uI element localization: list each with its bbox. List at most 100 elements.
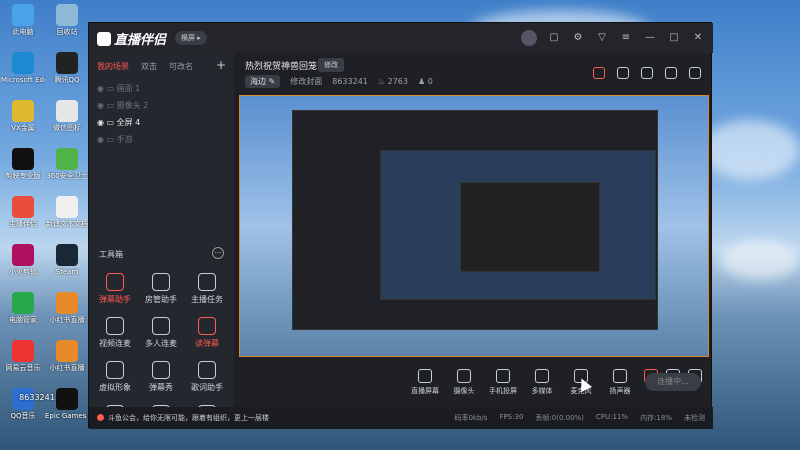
app-window: 直播伴侣 横屏 ▸ ▢ ⚙ ▽ ≡ — □ ✕ 我的场景 双击 可改名 + ◉ … [88,22,713,429]
desktop-icon[interactable]: 360安全卫士 [45,148,89,180]
desktop-icon-label: QQ音乐 [10,412,36,420]
app-icon [12,100,34,122]
bell-icon[interactable] [665,67,677,79]
status-bar: 斗鱼公会，给你无限可能，跟着有组织，更上一层楼 码率0kb/s FPS:30 丢帧:… [89,407,713,429]
share-icon[interactable] [689,67,701,79]
stat-item: FPS:30 [499,413,524,421]
tool-button[interactable]: 多人连麦 [137,317,185,349]
add-scene-button[interactable]: + [216,58,226,72]
desktop-icon[interactable]: 微信图标 [45,100,89,132]
desktop-icon-label: VX金属 [11,124,35,132]
desktop-icon-label: 回收站 [56,28,78,36]
stream-preview[interactable] [239,95,709,357]
tool-label: 读弹幕 [195,339,219,348]
category-chip[interactable]: 海边 ✎ [245,75,281,88]
tab-my-scenes[interactable]: 我的场景 [97,61,129,72]
tool-icon [106,361,124,379]
stat-item: 码率0kb/s [454,414,488,422]
desktop-icon[interactable]: 剪映专业版 [1,148,45,180]
tool-button[interactable]: 房管助手 [137,273,185,305]
tab-rename[interactable]: 可改名 [169,61,193,72]
desktop-icon-label: 腾讯QQ [54,76,80,84]
desktop-icon[interactable]: 回收站 [45,4,89,36]
desktop-icon[interactable]: 主播伴侣 [1,196,45,228]
desktop-icon[interactable]: 网易云音乐 [1,340,45,372]
scene-item[interactable]: ◉ ▭ 摄像头 2 [97,98,148,114]
source-icon [418,369,432,383]
tab-double-click[interactable]: 双击 [141,61,157,72]
tool-button[interactable]: 歌词助手 [183,361,231,393]
tool-icon [198,317,216,335]
user-avatar[interactable] [521,30,537,46]
room-id: 8633241 [332,77,368,86]
edit-title-button[interactable]: 修改 [318,58,344,72]
room-meta: 海边 ✎ 修改封面 8633241 ♨ 2763 ♟ 0 [245,75,433,88]
desktop-icon[interactable]: Steam [45,244,89,276]
stat-item: CPU:11% [595,413,629,421]
desktop-icon[interactable]: Microsoft Edge [1,52,45,84]
app-icon [56,100,78,122]
notice-icon [97,414,104,421]
settings-icon[interactable]: ⚙ [571,31,585,45]
desktop-icon[interactable]: 电脑管家 [1,292,45,324]
lock-icon[interactable] [617,67,629,79]
room-title: 热烈祝贺神兽回笼 [245,62,318,72]
tool-button[interactable]: 视频连麦 [91,317,139,349]
minimize-icon[interactable]: — [643,31,657,45]
edit-cover-link[interactable]: 修改封面 [290,76,322,87]
notice-text: 斗鱼公会，给你无限可能，跟着有组织，更上一层楼 [97,413,269,423]
app-icon [12,292,34,314]
menu-icon[interactable]: ≡ [619,31,633,45]
desktop-icon-label: Steam [55,268,79,276]
desktop-icon[interactable]: 小火剪辑 [1,244,45,276]
app-icon [12,52,34,74]
desktop-icon-label: 网易云音乐 [5,364,41,372]
scene-item[interactable]: ◉ ▭ 手游 [97,132,133,148]
stat-item: 未检测 [684,414,705,422]
tool-button[interactable]: 虚拟形象 [91,361,139,393]
tool-button[interactable]: 弹幕助手 [91,273,139,305]
desktop-icon[interactable]: 小红书直播 [45,292,89,324]
tool-icon [152,361,170,379]
scene-item-active[interactable]: ◉ ▭ 全屏 4 [97,115,140,131]
maximize-icon[interactable]: □ [667,31,681,45]
source-label: 扬声器 [609,387,631,395]
tool-label: 房管助手 [145,295,177,304]
app-logo: 直播伴侣 [97,29,166,48]
desktop-icon[interactable]: 小红书直播 [45,340,89,372]
toolbox-title: 工具箱 [99,250,123,259]
tool-button[interactable]: 弹幕秀 [137,361,185,393]
toolbox-more-button[interactable]: ··· [212,247,224,259]
tool-icon [198,361,216,379]
desktop-icon-label: 此电脑 [12,28,34,36]
tool-label: 主播任务 [191,295,223,304]
source-button[interactable]: 扬声器 [597,369,643,396]
title-bar: 直播伴侣 横屏 ▸ ▢ ⚙ ▽ ≡ — □ ✕ [89,23,713,53]
desktop-icon[interactable]: 此电脑 [1,4,45,36]
shirt-icon[interactable]: ▽ [595,31,609,45]
tool-button[interactable]: 读弹幕 [183,317,231,349]
gift-icon[interactable] [593,67,605,79]
viewer-count: ♟ 0 [417,77,433,86]
shop-icon[interactable] [641,67,653,79]
scene-item[interactable]: ◉ ▭ 画面 1 [97,81,140,97]
start-live-button[interactable]: 连播中... [645,373,701,391]
left-panel: 我的场景 双击 可改名 + ◉ ▭ 画面 1 ◉ ▭ 摄像头 2 ◉ ▭ 全屏 … [89,53,234,423]
source-icon [535,369,549,383]
tool-label: 弹幕秀 [149,383,173,392]
desktop-icon-label: 小火剪辑 [9,268,37,276]
tool-label: 弹幕助手 [99,295,131,304]
close-icon[interactable]: ✕ [691,31,705,45]
desktop-icon[interactable]: 新建文本文档 [45,196,89,228]
desktop-icon-label: 360安全卫士 [46,172,88,180]
tool-button[interactable]: 主播任务 [183,273,231,305]
app-icon [56,244,78,266]
stat-item: 丢帧:0(0.00%) [535,414,584,422]
desktop-icon[interactable]: 腾讯QQ [45,52,89,84]
tool-label: 视频连麦 [99,339,131,348]
tool-label: 多人连麦 [145,339,177,348]
app-icon [56,292,78,314]
message-icon[interactable]: ▢ [547,31,561,45]
desktop-icon[interactable]: VX金属 [1,100,45,132]
mode-toggle[interactable]: 横屏 ▸ [175,31,207,45]
